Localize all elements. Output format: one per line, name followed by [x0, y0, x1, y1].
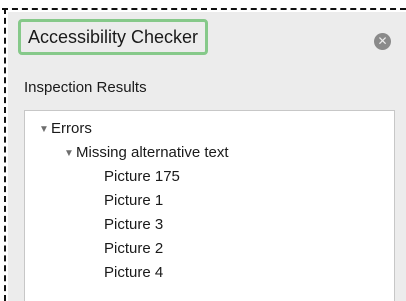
- dashed-border-left: [4, 8, 6, 301]
- disclosure-triangle-icon[interactable]: ▼: [39, 118, 51, 142]
- pane-title: Accessibility Checker: [28, 26, 199, 47]
- tree-item-picture[interactable]: Picture 1: [104, 189, 163, 213]
- tree-item-missing-alt-text[interactable]: ▼ Missing alternative text: [64, 141, 229, 165]
- screenshot-frame: Accessibility Checker ✕ Inspection Resul…: [0, 0, 406, 301]
- tree-item-errors[interactable]: ▼ Errors: [39, 117, 92, 141]
- tree-item-picture[interactable]: Picture 3: [104, 213, 163, 237]
- disclosure-triangle-icon[interactable]: ▼: [64, 142, 76, 166]
- pane-title-focus-ring[interactable]: Accessibility Checker: [18, 19, 209, 55]
- tree-item-picture[interactable]: Picture 4: [104, 261, 163, 285]
- tree-item-picture[interactable]: Picture 2: [104, 237, 163, 261]
- close-icon[interactable]: ✕: [374, 33, 391, 50]
- tree-item-picture[interactable]: Picture 175: [104, 165, 180, 189]
- tree-item-missing-alt-text-label: Missing alternative text: [76, 144, 229, 161]
- inspection-results-label: Inspection Results: [24, 79, 147, 96]
- tree-item-errors-label: Errors: [51, 120, 92, 137]
- dashed-border-top: [2, 8, 406, 10]
- inspection-results-tree[interactable]: ▼ Errors ▼ Missing alternative text Pictur…: [24, 110, 395, 301]
